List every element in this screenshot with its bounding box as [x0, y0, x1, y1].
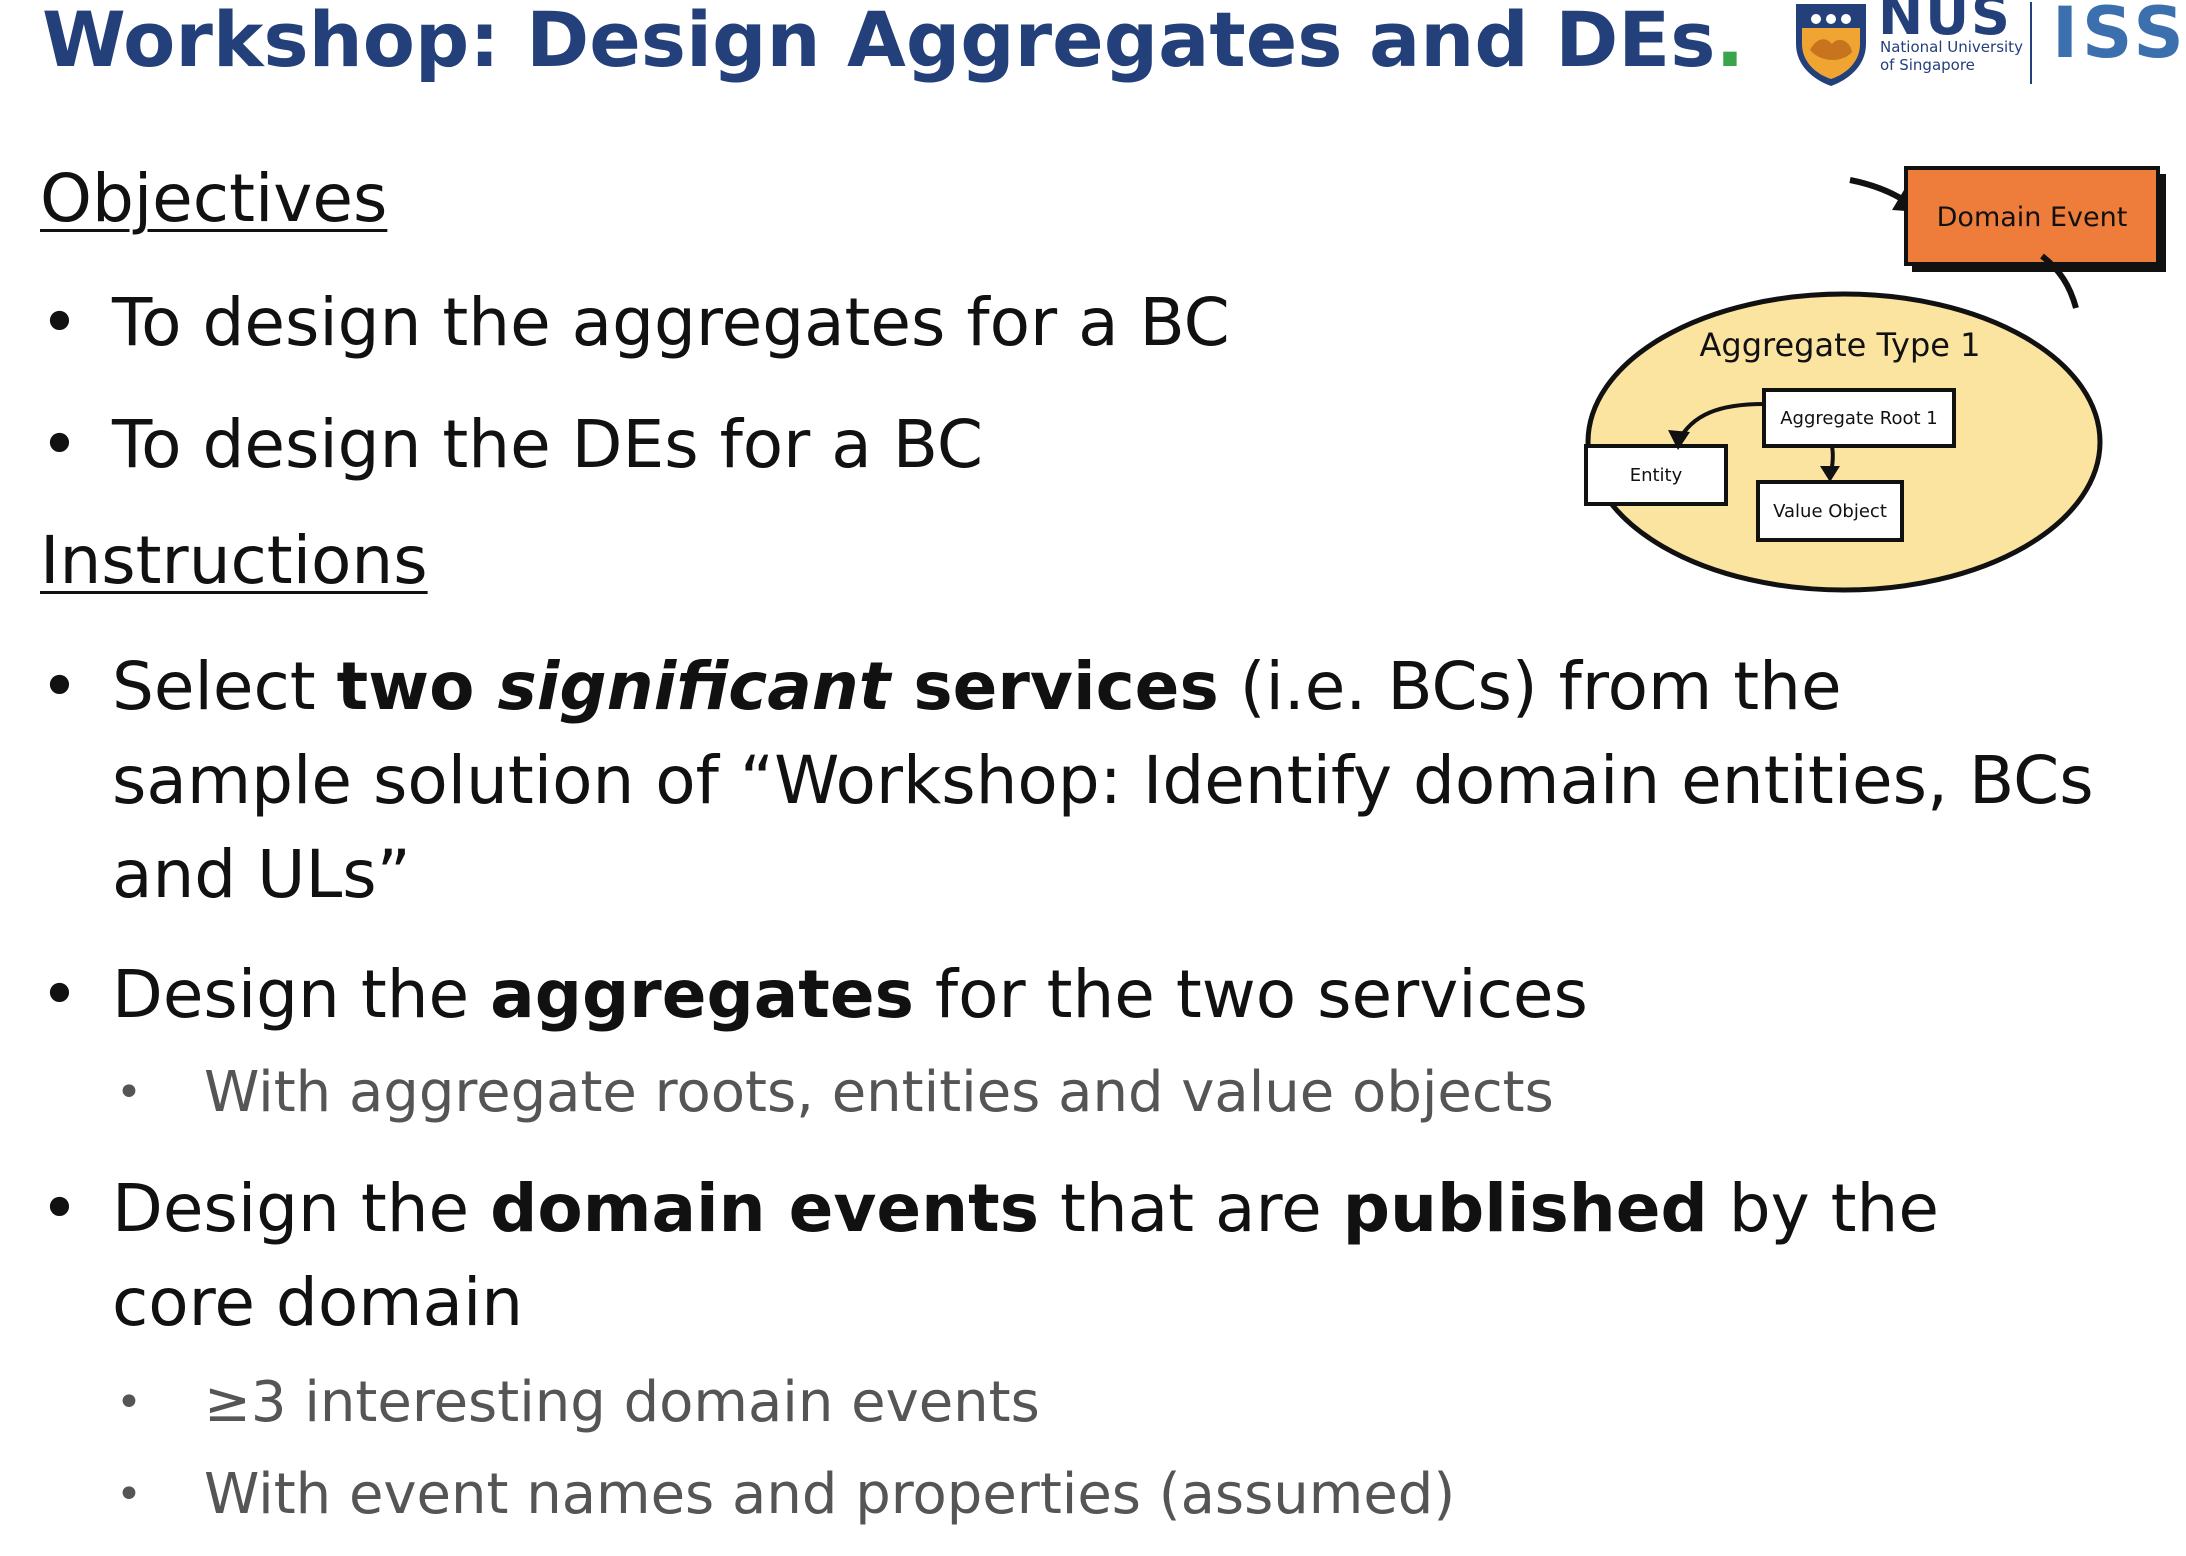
aggregate-diagram: Domain Event Aggregate Type 1 Aggregate … [1520, 160, 2186, 600]
instruction-item-3: • Design the domain events that are publ… [40, 1162, 2100, 1350]
iss-wordmark: ISS [2052, 0, 2186, 74]
instructions-heading: Instructions [40, 522, 428, 599]
value-object-label: Value Object [1773, 501, 1887, 522]
aggregate-diagram-svg: Domain Event Aggregate Type 1 Aggregate … [1584, 166, 2166, 593]
instruction-item-2: • Design the aggregates for the two serv… [40, 948, 2100, 1042]
nus-subtitle-line2: of Singapore [1880, 56, 1975, 74]
domain-event-label: Domain Event [1937, 202, 2128, 233]
instruction-subitem: • ≥3 interesting domain events [116, 1368, 1040, 1438]
aggregate-type-label: Aggregate Type 1 [1699, 326, 1980, 364]
bullet-icon: • [40, 1170, 79, 1247]
logo-area: NUS National University of Singapore ISS [1790, 0, 2186, 90]
sub-bullet-icon: • [116, 1067, 142, 1118]
sub-bullet-icon: • [116, 1469, 142, 1520]
slide-title-text: Workshop: Design Aggregates and DEs [42, 0, 1716, 84]
instruction-subitem: • With event names and properties (assum… [116, 1460, 1455, 1530]
slide-title-dot: . [1715, 0, 1745, 84]
objectives-heading: Objectives [40, 160, 388, 237]
instruction-subitem: • With aggregate roots, entities and val… [116, 1058, 1554, 1128]
nus-crest-icon [1796, 4, 1866, 86]
bullet-icon: • [40, 284, 79, 361]
instruction-item-1: • Select two significant services (i.e. … [40, 640, 2100, 922]
bullet-icon: • [40, 956, 79, 1033]
slide-title: Workshop: Design Aggregates and DEs. [42, 0, 1744, 84]
nus-subtitle-line1: National University [1880, 38, 2023, 56]
logo-divider [2030, 2, 2032, 84]
entity-label: Entity [1630, 465, 1683, 486]
bullet-icon: • [40, 406, 79, 483]
aggregate-root-label: Aggregate Root 1 [1780, 408, 1938, 429]
sub-bullet-icon: • [116, 1377, 142, 1428]
bullet-icon: • [40, 648, 79, 725]
